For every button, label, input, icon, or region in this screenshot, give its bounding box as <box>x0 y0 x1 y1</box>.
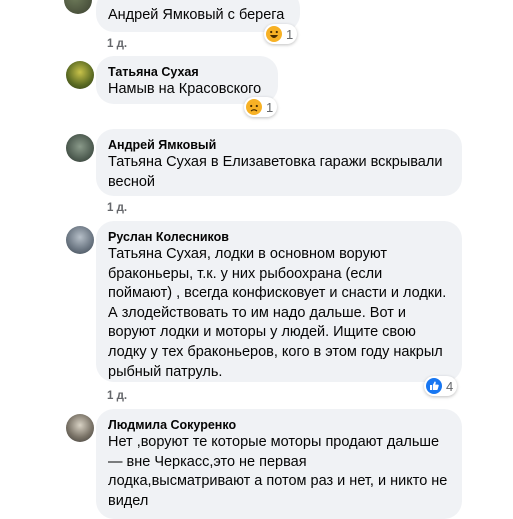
comment-text: Намыв на Красовского <box>108 81 262 97</box>
comment-time[interactable]: 1 д. <box>107 202 127 214</box>
reaction-count: 1 <box>286 26 294 42</box>
reaction-summary[interactable]: 1 <box>264 24 298 44</box>
comment-author[interactable]: Андрей Ямковый <box>108 137 450 153</box>
like-icon <box>426 378 442 394</box>
avatar[interactable] <box>66 226 94 254</box>
avatar[interactable] <box>66 61 94 89</box>
comment-bubble: Руслан Колесников Татьяна Сухая, лодки в… <box>96 221 462 382</box>
comment-text: Татьяна Сухая в Елизаветовка гаражи вскр… <box>108 154 443 190</box>
comment-text: Татьяна Сухая, лодки в основном воруют б… <box>108 246 447 380</box>
avatar[interactable] <box>66 134 94 162</box>
reaction-summary[interactable]: 4 <box>424 376 458 396</box>
avatar[interactable] <box>66 414 94 442</box>
comment-time[interactable]: 1 д. <box>107 390 127 402</box>
comment-text: Андрей Ямковый с берега <box>108 7 285 23</box>
comment-text: Нет ,воруют те которые моторы продают да… <box>108 434 448 509</box>
sad-emoji-icon <box>246 99 262 115</box>
avatar[interactable] <box>64 0 92 14</box>
comment-bubble: Андрей Ямковый Татьяна Сухая в Елизавето… <box>96 129 462 196</box>
comment-bubble: Людмила Сокуренко Нет ,воруют те которые… <box>96 409 462 519</box>
reaction-count: 1 <box>266 99 274 115</box>
haha-emoji-icon <box>266 26 282 42</box>
comment-author[interactable]: Татьяна Сухая <box>108 64 266 80</box>
comment-time[interactable]: 1 д. <box>107 38 127 50</box>
comment-author[interactable]: Руслан Колесников <box>108 229 450 245</box>
reaction-count: 4 <box>446 378 454 394</box>
comment-author[interactable]: Людмила Сокуренко <box>108 417 450 433</box>
reaction-summary[interactable]: 1 <box>244 97 278 117</box>
